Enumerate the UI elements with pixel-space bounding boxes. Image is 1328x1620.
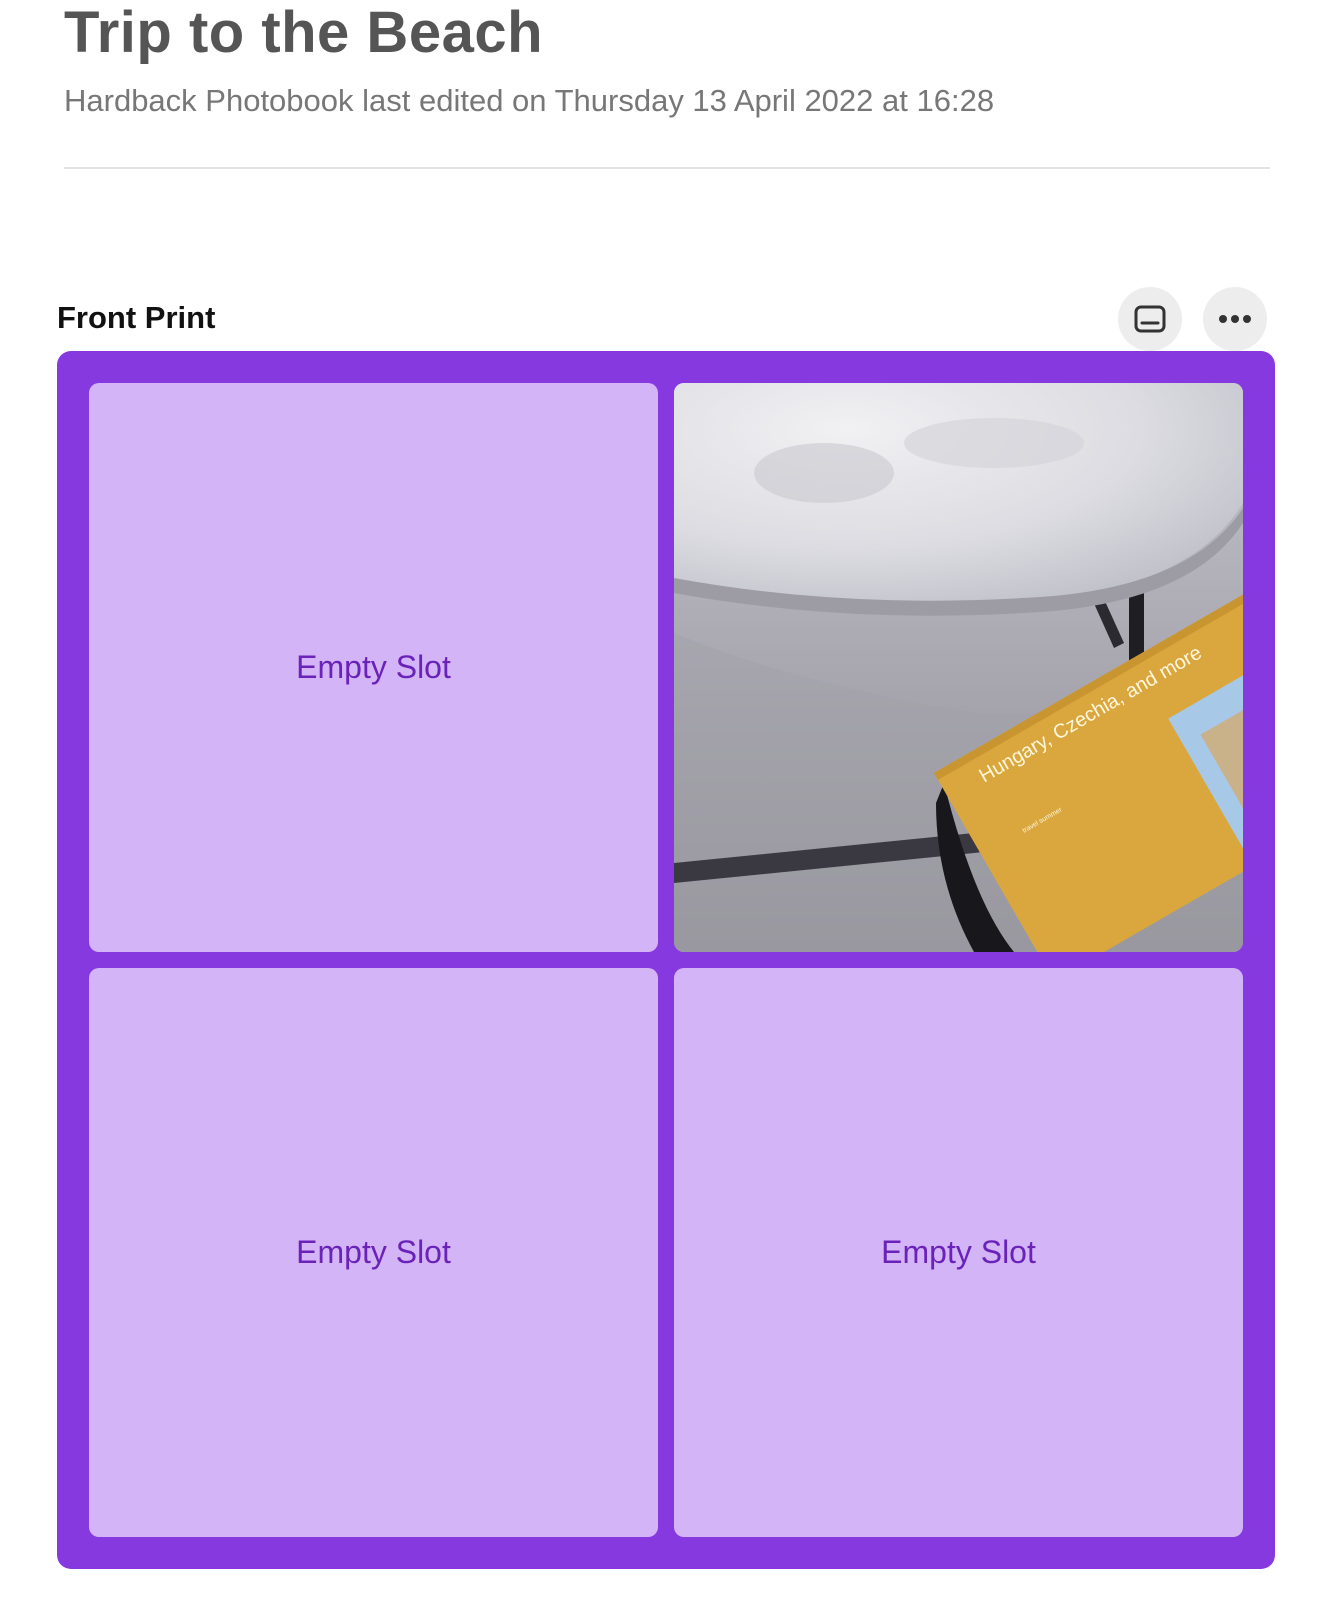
more-options-button[interactable] [1203, 287, 1267, 351]
photo-slot-empty[interactable]: Empty Slot [89, 383, 658, 952]
slot-photo: Hungary, Czechia, and more travel summer [674, 383, 1243, 952]
more-options-icon [1219, 315, 1251, 323]
slot-label: Empty Slot [296, 649, 451, 685]
header-divider [64, 167, 1270, 169]
slot-label: Empty Slot [296, 1234, 451, 1270]
layout-button[interactable] [1118, 287, 1182, 351]
project-title: Trip to the Beach [64, 0, 544, 65]
photobook-page: Trip to the Beach Hardback Photobook las… [0, 0, 1328, 1620]
layout-icon [1134, 305, 1166, 333]
slot-label: Empty Slot [881, 1234, 1036, 1270]
photo-slot-empty[interactable]: Empty Slot [674, 968, 1243, 1537]
section-title: Front Print [57, 300, 216, 335]
project-subtitle: Hardback Photobook last edited on Thursd… [64, 83, 995, 118]
photo-slot-filled[interactable]: Hungary, Czechia, and more travel summer [674, 383, 1243, 952]
photo-slot-empty[interactable]: Empty Slot [89, 968, 658, 1537]
front-print-frame: Empty Slot Hungary, Czechia, and more tr… [57, 351, 1275, 1569]
